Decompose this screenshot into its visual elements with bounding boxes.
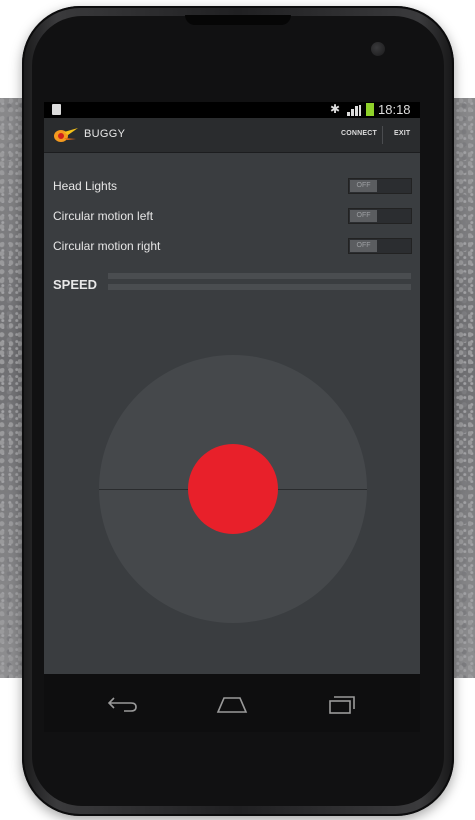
bluetooth-icon: ✱ [330,102,341,116]
status-time: 18:18 [378,102,411,117]
back-icon[interactable] [104,692,140,716]
home-icon[interactable] [214,692,250,716]
speed-label: SPEED [53,277,98,292]
toggle-row-circular-left: Circular motion left OFF [53,208,412,226]
app-title: BUGGY [84,128,126,140]
head-lights-toggle[interactable]: OFF [348,178,412,194]
connect-button[interactable]: CONNECT [341,130,377,137]
battery-icon [366,103,374,116]
toggle-label: Circular motion right [53,239,161,253]
toggle-state: OFF [350,210,377,222]
toggle-label: Circular motion left [53,209,154,223]
circular-right-toggle[interactable]: OFF [348,238,412,254]
exit-button[interactable]: EXIT [394,130,410,137]
circular-left-toggle[interactable]: OFF [348,208,412,224]
front-camera [371,42,385,56]
speed-bar [108,284,411,290]
status-bar: ✱ 18:18 [44,102,420,118]
notification-icon [52,104,61,115]
toggle-state: OFF [350,180,377,192]
action-divider [382,126,383,144]
earpiece-speaker [185,15,291,25]
buggy-logo-icon [54,128,78,142]
app-screen: ✱ 18:18 BUGGY CONNECT EXIT Head Lights O… [44,102,420,674]
speed-slider-track[interactable] [108,273,411,279]
navigation-bar [44,674,420,732]
action-bar: BUGGY CONNECT EXIT [44,118,420,153]
recent-apps-icon[interactable] [324,692,360,716]
toggle-row-circular-right: Circular motion right OFF [53,238,412,256]
signal-icon [347,105,361,116]
joystick-knob[interactable] [188,444,278,534]
toggle-state: OFF [350,240,377,252]
toggle-label: Head Lights [53,179,118,193]
toggle-row-head-lights: Head Lights OFF [53,178,412,196]
